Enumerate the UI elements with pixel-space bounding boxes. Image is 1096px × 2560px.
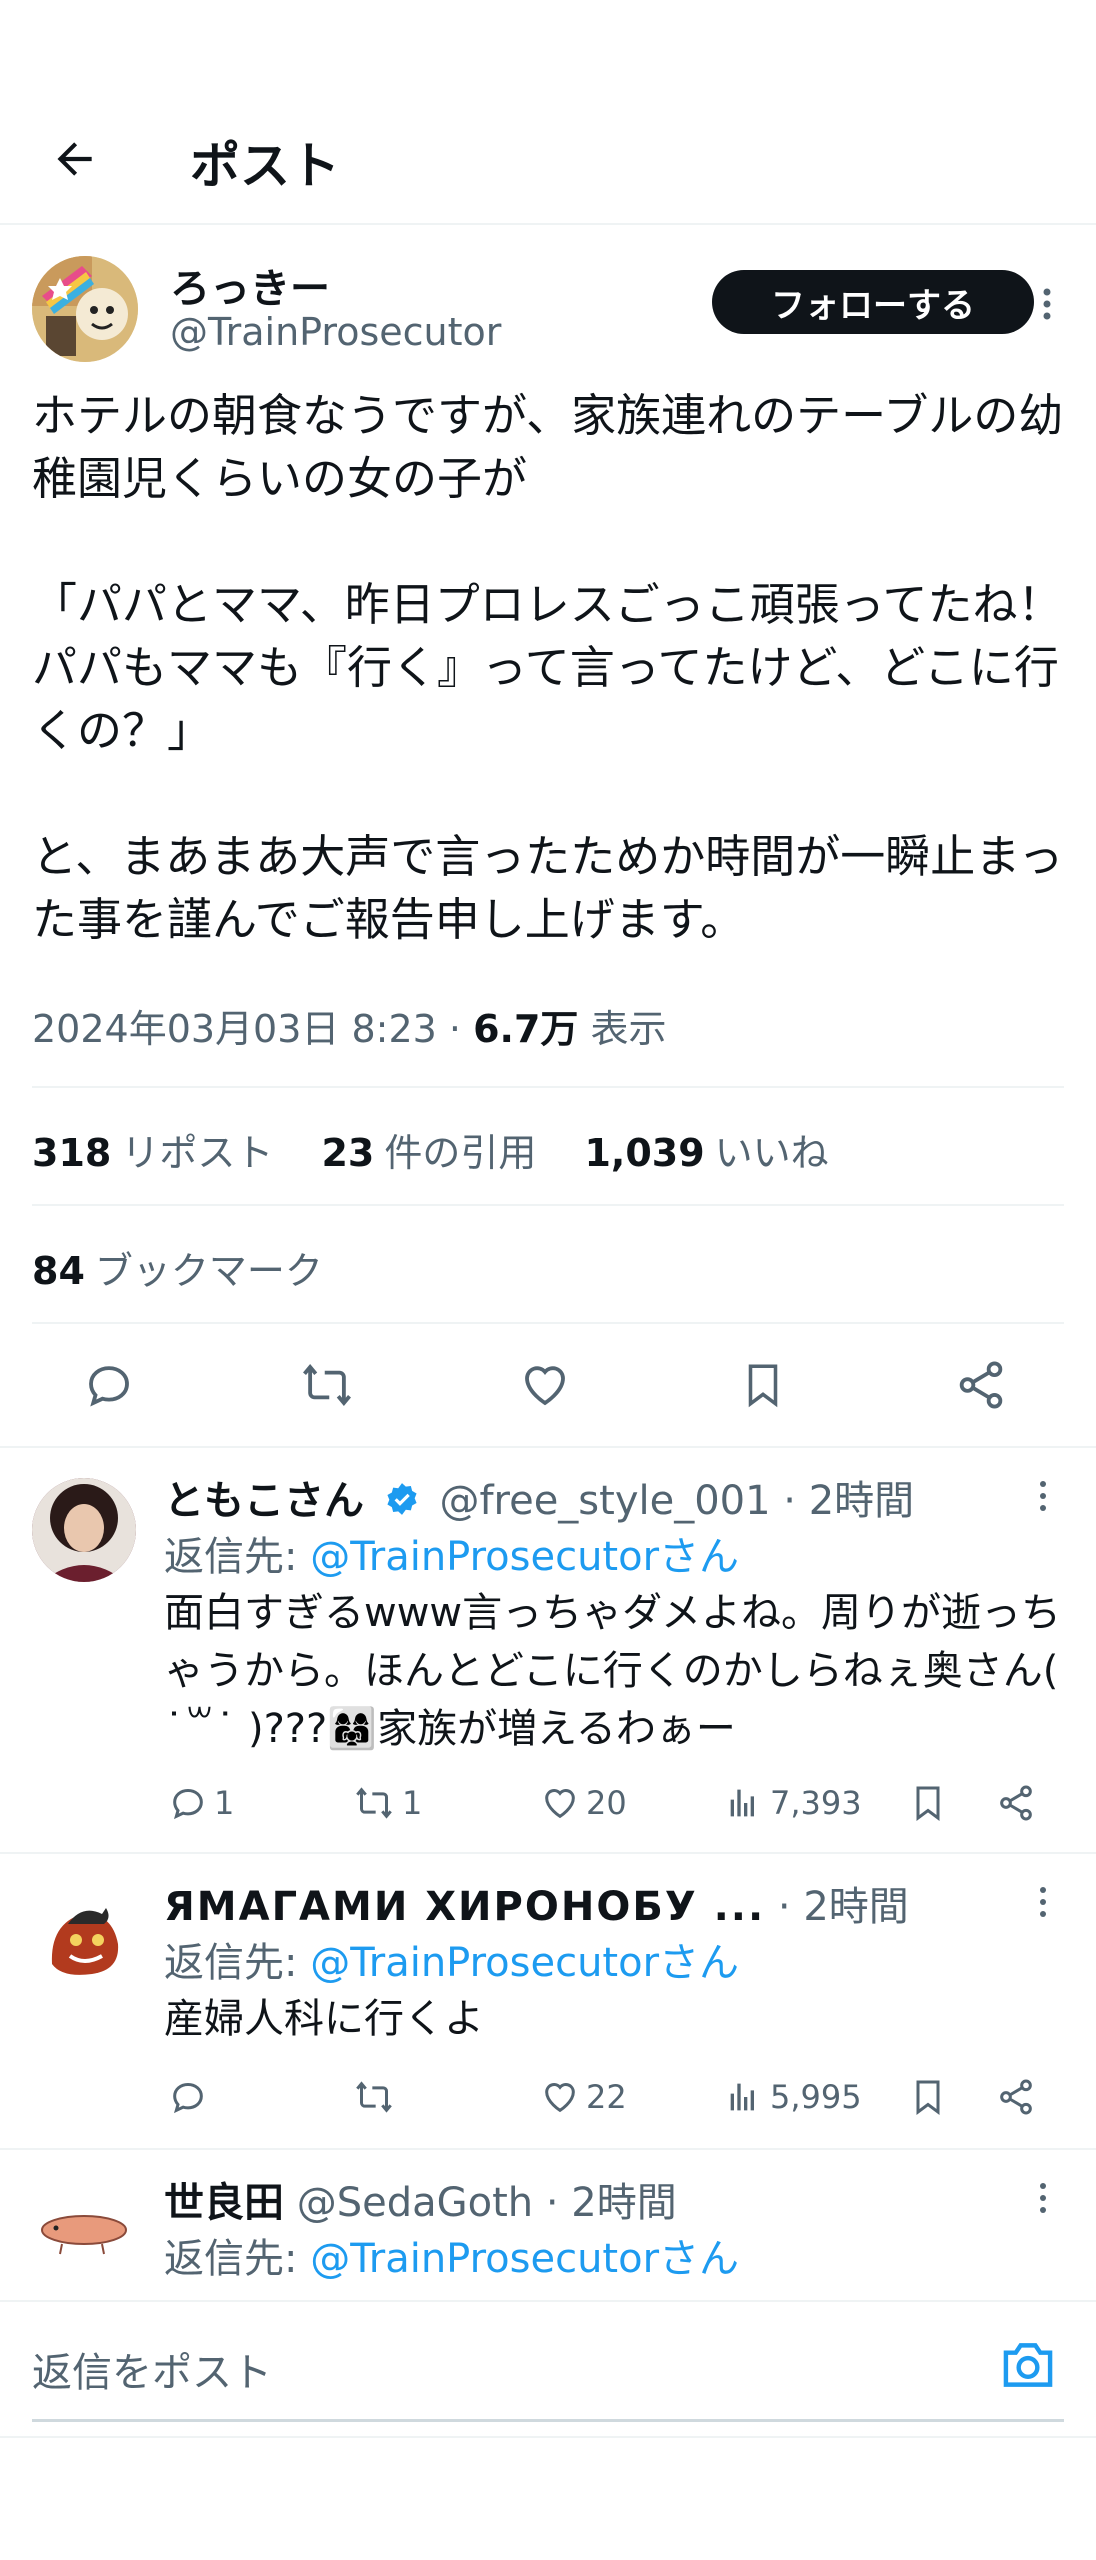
bookmark-icon[interactable] [908, 1778, 954, 1828]
verified-badge-icon [383, 1480, 421, 1528]
mention-link[interactable]: @TrainProsecutorさん [310, 2236, 739, 2282]
bookmark-icon[interactable] [728, 1350, 798, 1420]
like-icon[interactable]: 20 [540, 1778, 627, 1828]
divider [32, 1204, 1064, 1206]
reply-action-bar: 22 5,995 [164, 2072, 1064, 2122]
divider [32, 1322, 1064, 1324]
divider [0, 2148, 1096, 2150]
reply-icon[interactable]: 1 [168, 1778, 234, 1828]
reply-input[interactable]: 返信をポスト [32, 2302, 1064, 2422]
author-name[interactable]: ろっきー [170, 256, 330, 314]
reply-item[interactable]: 世良田 @SedaGoth · 2時間 返信先: @TrainProsecuto… [0, 2170, 1096, 2300]
author-handle[interactable]: @TrainProsecutor [170, 310, 501, 354]
more-options-icon[interactable] [1028, 1476, 1058, 1516]
divider [0, 2436, 1096, 2438]
reply-text: 産婦人科に行くよ [164, 1996, 484, 2042]
reply-to: 返信先: @TrainProsecutorさん [164, 1940, 740, 1986]
follow-button[interactable]: フォローする [712, 270, 1034, 334]
back-arrow-icon[interactable] [40, 124, 110, 194]
bookmark-icon[interactable] [908, 2072, 954, 2122]
repost-icon[interactable] [292, 1350, 362, 1420]
repost-icon[interactable] [352, 2072, 402, 2122]
avatar[interactable] [32, 2180, 136, 2284]
reply-icon[interactable] [74, 1350, 144, 1420]
bookmarks-stat[interactable]: 84 ブックマーク [32, 1240, 323, 1295]
more-options-icon[interactable] [1028, 2178, 1058, 2218]
like-icon[interactable] [510, 1350, 580, 1420]
share-icon[interactable] [996, 1778, 1042, 1828]
avatar[interactable] [32, 1884, 136, 1988]
camera-icon[interactable] [998, 2338, 1058, 2392]
reply-author[interactable]: ともこさん @free_style_001 · 2時間 [164, 1468, 914, 1528]
views-label: 表示 [590, 1007, 667, 1051]
reposts-stat[interactable]: 318 リポスト [32, 1131, 273, 1175]
reply-composer: 返信をポスト [0, 2300, 1096, 2440]
quotes-stat[interactable]: 23 件の引用 [321, 1131, 536, 1175]
reply-to: 返信先: @TrainProsecutorさん [164, 2236, 740, 2282]
reply-item[interactable]: ЯМАГАМИ ХИРОНОБУ ... · 2時間 返信先: @TrainPr… [0, 1874, 1096, 2140]
reply-author[interactable]: 世良田 @SedaGoth · 2時間 [164, 2170, 677, 2228]
divider [0, 1852, 1096, 1854]
avatar[interactable] [32, 1478, 136, 1582]
post-text: ホテルの朝食なうですが、家族連れのテーブルの幼稚園児くらいの女の子が 「パパとマ… [32, 389, 1064, 946]
reply-icon[interactable] [168, 2072, 214, 2122]
reply-author[interactable]: ЯМАГАМИ ХИРОНОБУ ... · 2時間 [164, 1874, 909, 1932]
like-icon[interactable]: 22 [540, 2072, 627, 2122]
post-action-bar [32, 1350, 1064, 1420]
engagement-stats: 318 リポスト 23 件の引用 1,039 いいね [32, 1122, 865, 1177]
views-icon[interactable]: 7,393 [724, 1778, 862, 1828]
share-icon[interactable] [996, 2072, 1042, 2122]
mention-link[interactable]: @TrainProsecutorさん [310, 1534, 739, 1580]
likes-stat[interactable]: 1,039 いいね [584, 1131, 828, 1175]
timestamp[interactable]: 2024年03月03日 8:23 [32, 1007, 437, 1051]
views-count: 6.7万 [473, 1007, 579, 1051]
post-meta: 2024年03月03日 8:23 · 6.7万 表示 [32, 998, 667, 1053]
more-options-icon[interactable] [1028, 1882, 1058, 1922]
mention-link[interactable]: @TrainProsecutorさん [310, 1940, 739, 1986]
reply-to: 返信先: @TrainProsecutorさん [164, 1534, 740, 1580]
avatar[interactable] [32, 256, 138, 362]
top-bar: ポスト [0, 100, 1096, 225]
share-icon[interactable] [946, 1350, 1016, 1420]
separator: · [448, 1007, 462, 1051]
reply-item[interactable]: ともこさん @free_style_001 · 2時間 返信先: @TrainP… [0, 1468, 1096, 1848]
reply-action-bar: 1 1 20 7,393 [164, 1778, 1064, 1828]
reply-placeholder: 返信をポスト [32, 2350, 272, 2396]
more-options-icon[interactable] [1032, 284, 1062, 324]
repost-icon[interactable]: 1 [352, 1778, 422, 1828]
divider [0, 1446, 1096, 1448]
divider [32, 1086, 1064, 1088]
views-icon[interactable]: 5,995 [724, 2072, 862, 2122]
reply-text: 面白すぎるwww言っちゃダメよね。周りが逝っちゃうから。ほんとどこに行くのかしら… [164, 1590, 1061, 1752]
page-title: ポスト [190, 137, 340, 195]
